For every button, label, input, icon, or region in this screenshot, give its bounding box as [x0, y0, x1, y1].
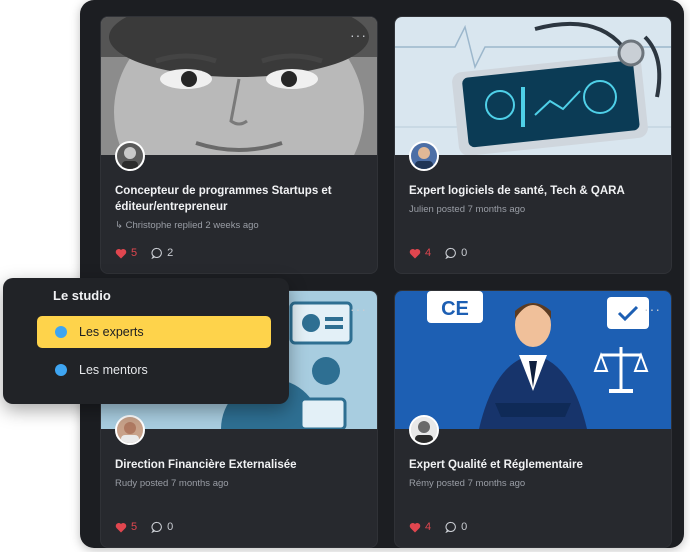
- post-image-health-tablet: [395, 17, 671, 155]
- comment-bubble-icon: [151, 521, 163, 533]
- like-button[interactable]: 4: [409, 247, 431, 259]
- comment-button[interactable]: 0: [445, 247, 467, 259]
- comment-count: 0: [167, 521, 174, 533]
- post-image-portrait: [101, 17, 377, 155]
- comment-bubble-icon: [445, 247, 457, 259]
- post-image-quality-expert: CE: [395, 291, 671, 429]
- post-meta: Rémy posted 7 months ago: [409, 478, 526, 489]
- more-dots-icon[interactable]: ···: [350, 301, 367, 317]
- heart-icon: [409, 522, 421, 532]
- menu-item-mentors[interactable]: Les mentors: [37, 354, 271, 386]
- more-dots-icon[interactable]: ···: [350, 27, 367, 43]
- post-meta: Julien posted 7 months ago: [409, 204, 526, 215]
- avatar[interactable]: [115, 415, 145, 445]
- post-stats: 4 0: [409, 247, 467, 259]
- heart-icon: [115, 522, 127, 532]
- post-title[interactable]: Direction Financière Externalisée: [115, 457, 363, 473]
- comment-count: 2: [167, 247, 174, 259]
- comment-button[interactable]: 0: [445, 521, 467, 533]
- like-count: 5: [131, 247, 138, 259]
- post-title[interactable]: Expert logiciels de santé, Tech & QARA: [409, 183, 657, 199]
- like-button[interactable]: 5: [115, 521, 137, 533]
- blue-dot-icon: [55, 326, 67, 338]
- post-card[interactable]: CE ··· Expert Qualité et Réglementaire R…: [394, 290, 672, 548]
- like-count: 4: [425, 247, 432, 259]
- like-button[interactable]: 5: [115, 247, 137, 259]
- menu-item-experts[interactable]: Les experts: [37, 316, 271, 348]
- menu-item-label: Les experts: [79, 325, 144, 339]
- post-meta: Rudy posted 7 months ago: [115, 478, 229, 489]
- avatar[interactable]: [409, 141, 439, 171]
- like-count: 5: [131, 521, 138, 533]
- post-title[interactable]: Expert Qualité et Réglementaire: [409, 457, 657, 473]
- heart-icon: [409, 248, 421, 258]
- post-meta-text: Christophe replied 2 weeks ago: [125, 220, 259, 231]
- reply-arrow-icon: ↳: [115, 220, 123, 231]
- blue-dot-icon: [55, 364, 67, 376]
- studio-heading: Le studio: [53, 288, 111, 303]
- heart-icon: [115, 248, 127, 258]
- comment-button[interactable]: 0: [151, 521, 173, 533]
- comment-bubble-icon: [151, 247, 163, 259]
- avatar[interactable]: [115, 141, 145, 171]
- more-dots-icon[interactable]: ···: [644, 301, 661, 317]
- post-card[interactable]: Expert logiciels de santé, Tech & QARA J…: [394, 16, 672, 274]
- post-stats: 5 2: [115, 247, 173, 259]
- like-button[interactable]: 4: [409, 521, 431, 533]
- post-meta: ↳ Christophe replied 2 weeks ago: [115, 220, 259, 231]
- comment-bubble-icon: [445, 521, 457, 533]
- comment-count: 0: [461, 247, 468, 259]
- like-count: 4: [425, 521, 432, 533]
- comment-button[interactable]: 2: [151, 247, 173, 259]
- posts-panel: ··· Concepteur de programmes Startups et…: [80, 0, 684, 548]
- menu-item-label: Les mentors: [79, 363, 148, 377]
- comment-count: 0: [461, 521, 468, 533]
- post-card[interactable]: ··· Concepteur de programmes Startups et…: [100, 16, 378, 274]
- post-title[interactable]: Concepteur de programmes Startups et édi…: [115, 183, 363, 215]
- post-stats: 5 0: [115, 521, 173, 533]
- svg-text:CE: CE: [441, 298, 469, 320]
- studio-menu: Le studio Les experts Les mentors: [3, 278, 289, 404]
- avatar[interactable]: [409, 415, 439, 445]
- post-stats: 4 0: [409, 521, 467, 533]
